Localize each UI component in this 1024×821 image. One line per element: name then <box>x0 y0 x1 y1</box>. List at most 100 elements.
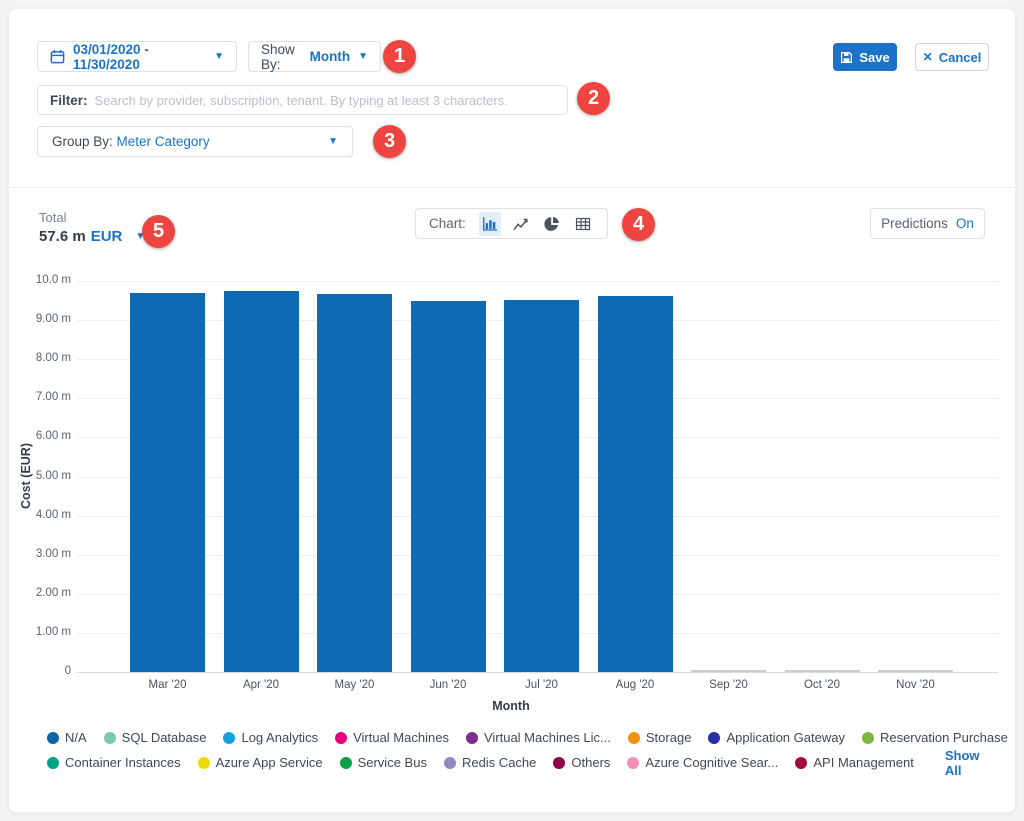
legend-label: Virtual Machines Lic... <box>484 730 611 745</box>
y-axis-tick-label: 10.0 m <box>9 274 71 286</box>
show-by-label: Show By: <box>261 42 306 72</box>
prediction-bar[interactable] <box>785 670 860 672</box>
chart-bar[interactable] <box>224 291 299 672</box>
show-by-dropdown[interactable]: Show By: Month ▼ <box>248 41 381 72</box>
x-axis-tick-label: Nov '20 <box>874 679 958 691</box>
legend-item[interactable]: Azure App Service <box>198 755 323 770</box>
legend-swatch <box>627 757 639 769</box>
section-divider <box>9 187 1015 188</box>
y-axis-tick-label: 1.00 m <box>9 626 71 638</box>
cost-analysis-panel: 03/01/2020 - 11/30/2020 ▼ Show By: Month… <box>8 8 1016 813</box>
cancel-button[interactable]: ✕ Cancel <box>915 43 989 71</box>
legend-label: Virtual Machines <box>353 730 449 745</box>
legend-label: Reservation Purchase <box>880 730 1008 745</box>
gridline <box>77 672 998 673</box>
legend-item[interactable]: SQL Database <box>104 730 207 745</box>
filter-field: Filter: <box>37 85 568 115</box>
chart-legend: N/A SQL Database Log Analytics Virtual Mach… <box>47 725 997 775</box>
legend-label: Storage <box>646 730 692 745</box>
calendar-icon <box>50 49 65 64</box>
legend-item[interactable]: Azure Cognitive Sear... <box>627 755 778 770</box>
legend-swatch <box>708 732 720 744</box>
currency-selector[interactable]: EUR <box>91 228 123 245</box>
chart-bar[interactable] <box>598 296 673 672</box>
x-axis-tick-label: Jun '20 <box>406 679 490 691</box>
group-by-dropdown[interactable]: Group By: Meter Category ▼ <box>37 126 353 157</box>
chevron-down-icon: ▼ <box>328 136 338 147</box>
y-axis-tick-label: 4.00 m <box>9 509 71 521</box>
legend-label: Container Instances <box>65 755 181 770</box>
legend-swatch <box>340 757 352 769</box>
legend-item[interactable]: API Management <box>795 755 913 770</box>
legend-swatch <box>47 757 59 769</box>
legend-item[interactable]: Redis Cache <box>444 755 536 770</box>
legend-item[interactable]: Log Analytics <box>223 730 318 745</box>
line-chart-icon[interactable] <box>510 212 532 236</box>
legend-swatch <box>466 732 478 744</box>
pie-chart-icon[interactable] <box>541 212 563 236</box>
x-axis-title: Month <box>471 699 551 713</box>
chart-selector-label: Chart: <box>429 216 466 231</box>
show-all-link[interactable]: Show All <box>945 748 997 778</box>
legend-label: Service Bus <box>358 755 427 770</box>
prediction-bar[interactable] <box>878 670 953 672</box>
legend-swatch <box>444 757 456 769</box>
y-axis-tick-label: 3.00 m <box>9 548 71 560</box>
predictions-toggle: Predictions On <box>870 208 985 239</box>
save-label: Save <box>859 50 889 65</box>
legend-item[interactable]: Others <box>553 755 610 770</box>
chart-bar[interactable] <box>504 300 579 672</box>
legend-swatch <box>47 732 59 744</box>
legend-swatch <box>223 732 235 744</box>
chart-bar[interactable] <box>317 294 392 672</box>
save-button[interactable]: Save <box>833 43 897 71</box>
legend-item[interactable]: Virtual Machines Lic... <box>466 730 611 745</box>
legend-item[interactable]: Application Gateway <box>708 730 845 745</box>
table-icon[interactable] <box>572 212 594 236</box>
legend-item[interactable]: Container Instances <box>47 755 181 770</box>
total-label: Total <box>39 210 145 225</box>
legend-item[interactable]: Storage <box>628 730 692 745</box>
callout-badge-2: 2 <box>577 82 610 115</box>
callout-badge-1: 1 <box>383 40 416 73</box>
legend-swatch <box>198 757 210 769</box>
legend-label: Log Analytics <box>241 730 318 745</box>
legend-swatch <box>335 732 347 744</box>
legend-label: Azure App Service <box>216 755 323 770</box>
legend-row: Container Instances Azure App Service Serv… <box>47 750 997 775</box>
chart-bar[interactable] <box>130 293 205 672</box>
group-by-value: Meter Category <box>117 134 210 149</box>
filter-label: Filter: <box>50 93 88 108</box>
legend-label: Azure Cognitive Sear... <box>645 755 778 770</box>
legend-swatch <box>862 732 874 744</box>
legend-swatch <box>104 732 116 744</box>
legend-label: Application Gateway <box>726 730 845 745</box>
save-icon <box>840 51 853 64</box>
legend-swatch <box>795 757 807 769</box>
total-summary: Total 57.6 m EUR ▼ <box>39 210 145 245</box>
chart-bar[interactable] <box>411 301 486 672</box>
prediction-bar[interactable] <box>691 670 766 672</box>
legend-label: SQL Database <box>122 730 207 745</box>
x-axis-tick-label: Aug '20 <box>593 679 677 691</box>
close-icon: ✕ <box>923 50 933 64</box>
legend-label: API Management <box>813 755 913 770</box>
x-axis-tick-label: Jul '20 <box>500 679 584 691</box>
filter-input[interactable] <box>95 93 555 108</box>
y-axis-tick-label: 6.00 m <box>9 430 71 442</box>
bar-chart-icon[interactable] <box>479 212 501 236</box>
date-range-picker[interactable]: 03/01/2020 - 11/30/2020 ▼ <box>37 41 237 72</box>
legend-swatch <box>628 732 640 744</box>
y-axis-tick-label: 2.00 m <box>9 587 71 599</box>
legend-item[interactable]: N/A <box>47 730 87 745</box>
legend-item[interactable]: Virtual Machines <box>335 730 449 745</box>
predictions-state[interactable]: On <box>956 216 974 231</box>
legend-row: N/A SQL Database Log Analytics Virtual Mach… <box>47 725 997 750</box>
legend-item[interactable]: Service Bus <box>340 755 427 770</box>
y-axis-tick-label: 0 <box>9 665 71 677</box>
legend-item[interactable]: Reservation Purchase <box>862 730 1008 745</box>
legend-label: Redis Cache <box>462 755 536 770</box>
x-axis-tick-label: May '20 <box>313 679 397 691</box>
predictions-label: Predictions <box>881 216 948 231</box>
chart-type-selector: Chart: <box>415 208 608 239</box>
